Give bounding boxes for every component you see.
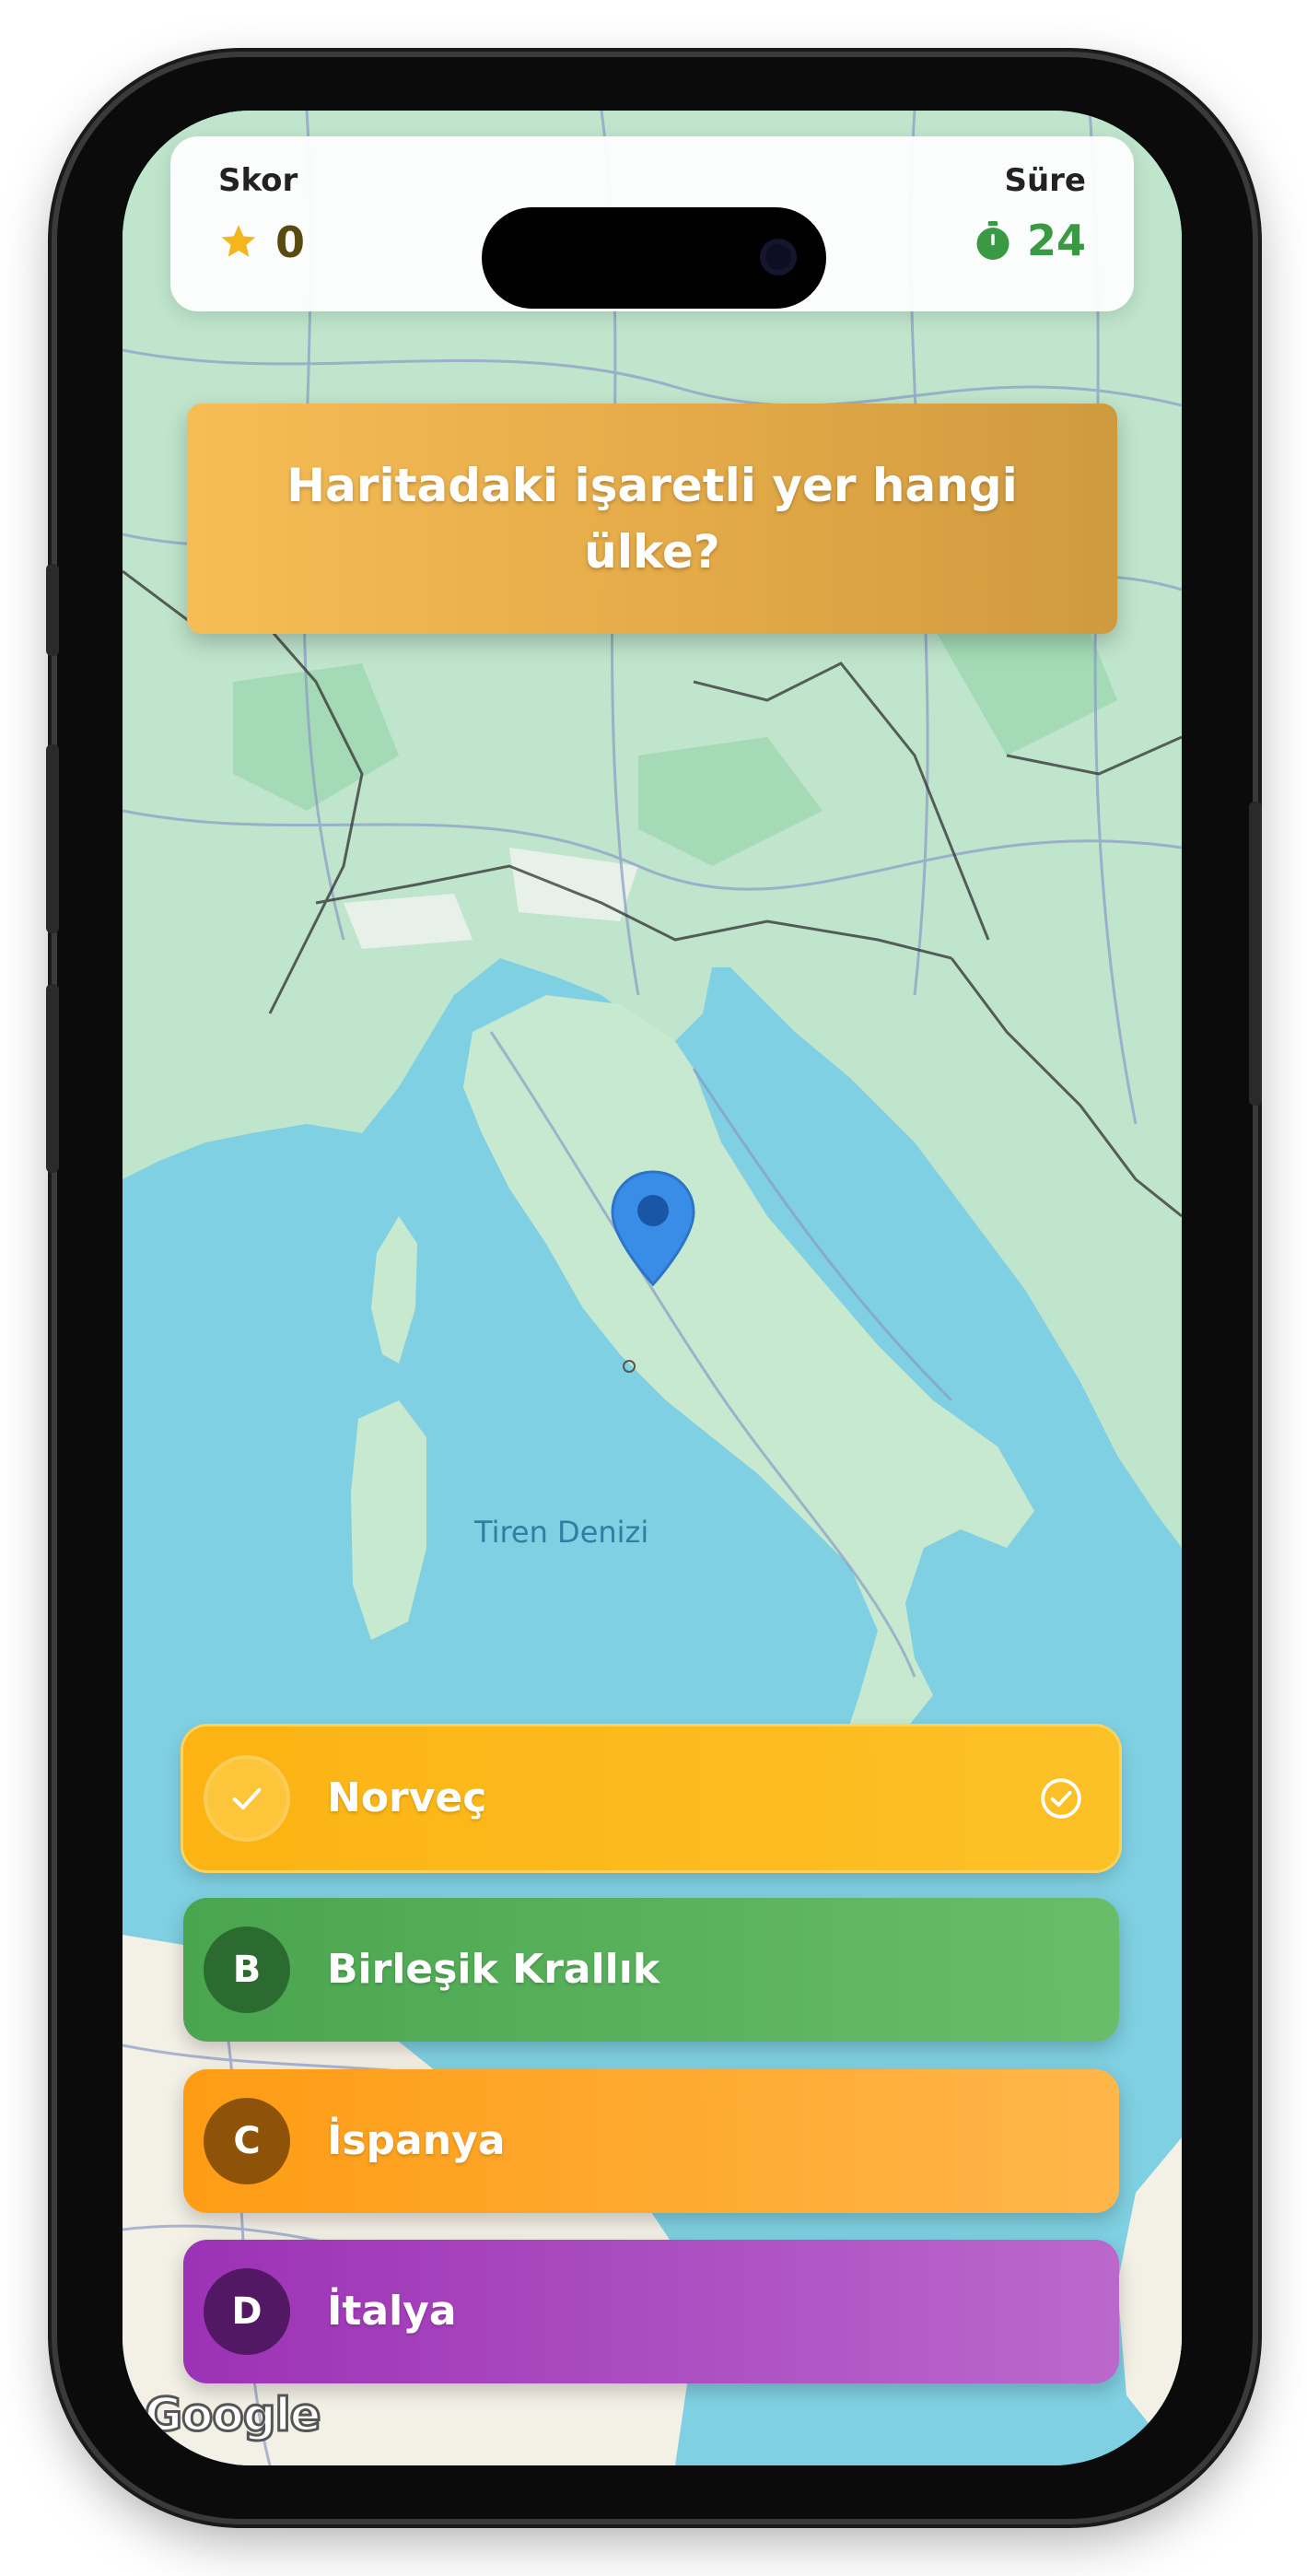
answer-badge-a [204, 1755, 290, 1842]
answer-badge-c: C [204, 2098, 290, 2184]
answer-badge-d: D [204, 2268, 290, 2355]
answer-label-c: İspanya [327, 2117, 506, 2164]
answer-option-d[interactable]: D İtalya [183, 2240, 1119, 2383]
sea-label: Tiren Denizi [474, 1515, 649, 1550]
answer-label-d: İtalya [327, 2288, 457, 2335]
camera-icon [760, 239, 797, 275]
check-circle-icon [1041, 1778, 1081, 1819]
time-label: Süre [1004, 162, 1086, 199]
check-icon [232, 1787, 262, 1809]
answer-option-c[interactable]: C İspanya [183, 2069, 1119, 2213]
question-card: Haritadaki işaretli yer hangi ülke? [187, 404, 1117, 634]
power-button [1249, 802, 1262, 1106]
action-button [46, 564, 59, 656]
answer-label-a: Norveç [327, 1774, 487, 1821]
dynamic-island [482, 207, 826, 309]
score-label: Skor [218, 162, 298, 199]
volume-up-button [46, 744, 59, 933]
volume-down-button [46, 984, 59, 1173]
answer-badge-b: B [204, 1926, 290, 2013]
answer-option-b[interactable]: B Birleşik Krallık [183, 1898, 1119, 2042]
question-text: Haritadaki işaretli yer hangi ülke? [286, 459, 1018, 579]
stopwatch-icon [976, 221, 1009, 260]
timer-display: 24 [974, 216, 1086, 265]
map-pin-icon[interactable] [609, 1168, 697, 1288]
answer-option-a[interactable]: Norveç [183, 1727, 1119, 1870]
answer-label-b: Birleşik Krallık [327, 1946, 660, 1993]
app-screen: Tiren Denizi Skor 0 1/5 Süre 24 Haritada… [123, 111, 1182, 2465]
timer-value: 24 [1026, 216, 1086, 265]
google-attribution[interactable]: Google [144, 2387, 323, 2443]
